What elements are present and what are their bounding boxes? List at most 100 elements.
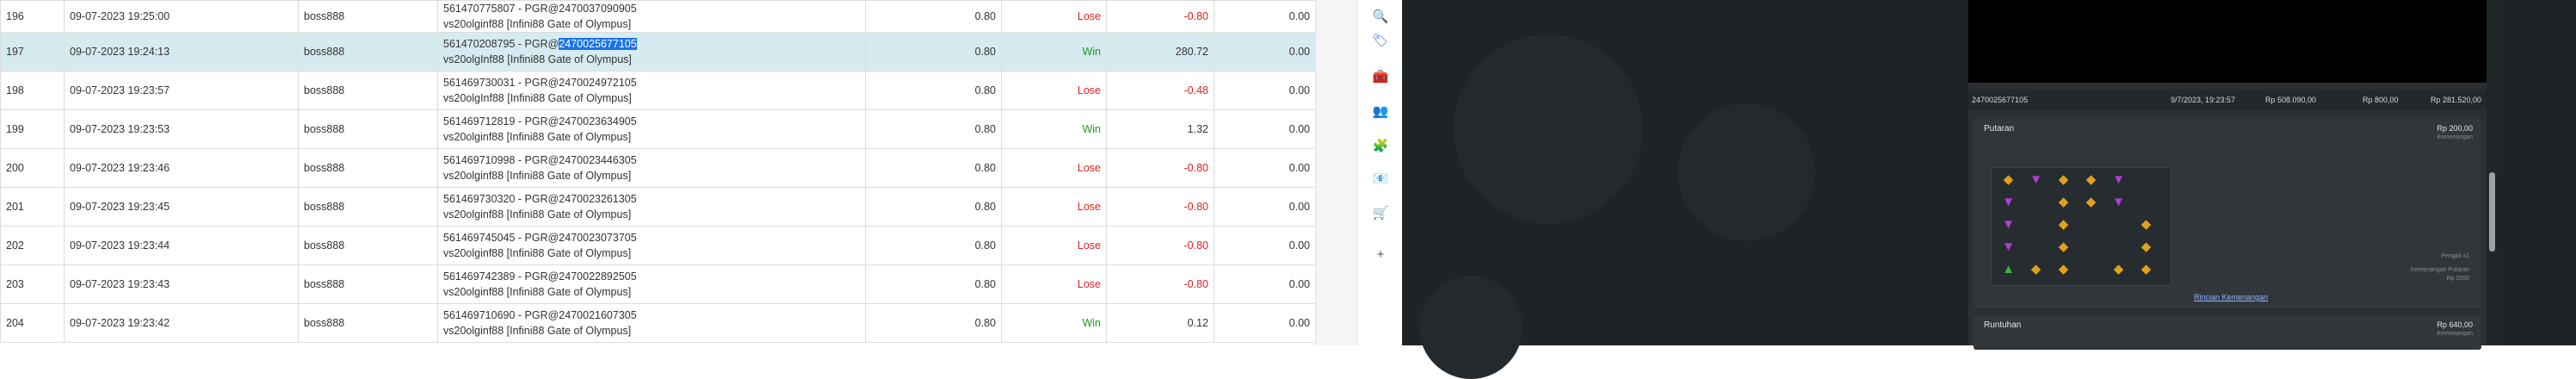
table-row[interactable]: 202 09-07-2023 19:23:44 boss888 56146974504… bbox=[0, 226, 1316, 265]
spin-card: Putaran Rp 200,00 Kemenangan ◆ ▼ ◆ ◆ ▼ ▼ ◆ ◆ ▼ ▼ ◆… bbox=[1974, 119, 2481, 308]
row-win-amount: -0.80 bbox=[1106, 226, 1214, 265]
round-info-row: 2470025677105 9/7/2023, 19:23:57 Rp 508.… bbox=[1968, 90, 2486, 110]
row-description: 561469745045 - PGR@2470023073705 vs20olgi… bbox=[437, 226, 866, 265]
description-line-2: vs20olginf88 [Infini88 Gate of Olympus] bbox=[443, 286, 632, 298]
row-user: boss888 bbox=[298, 71, 438, 110]
table-row[interactable]: 200 09-07-2023 19:23:46 boss888 56146971099… bbox=[0, 148, 1316, 188]
row-bet: 0.80 bbox=[865, 0, 1002, 33]
row-description: 561469712819 - PGR@2470023634905 vs20olgi… bbox=[437, 109, 866, 149]
gem-symbol-icon: ◆ bbox=[2058, 195, 2069, 209]
row-number: 197 bbox=[0, 32, 65, 71]
table-row[interactable]: 201 09-07-2023 19:23:45 boss888 56146973032… bbox=[0, 187, 1316, 227]
table-row[interactable]: 197 09-07-2023 19:24:13 boss888 56147020879… bbox=[0, 32, 1316, 71]
row-date: 09-07-2023 19:23:46 bbox=[64, 148, 299, 188]
row-user: boss888 bbox=[298, 264, 438, 304]
win-details-link[interactable]: Rincian Kemenangan bbox=[2194, 293, 2268, 301]
row-extra: 0.00 bbox=[1214, 109, 1316, 149]
toolbox-icon[interactable]: 🧰 bbox=[1371, 67, 1390, 86]
row-result: Lose bbox=[1001, 264, 1107, 304]
row-extra: 0.00 bbox=[1214, 71, 1316, 110]
description-line-1: 561469730031 - PGR@2470024972105 bbox=[443, 77, 637, 89]
description-line-1: 561469730320 - PGR@2470023261305 bbox=[443, 193, 637, 205]
table-row[interactable]: 203 09-07-2023 19:23:43 boss888 56146974238… bbox=[0, 264, 1316, 304]
row-bet: 0.80 bbox=[865, 148, 1002, 188]
row-bet: 0.80 bbox=[865, 226, 1002, 265]
row-date: 09-07-2023 19:25:00 bbox=[64, 0, 299, 33]
row-result: Lose bbox=[1001, 148, 1107, 188]
gem-symbol-icon: ▼ bbox=[2112, 195, 2125, 209]
gem-symbol-icon: ▼ bbox=[2002, 239, 2015, 254]
scroll-gap bbox=[1315, 0, 1358, 345]
row-number: 198 bbox=[0, 71, 65, 110]
row-description: 561470208795 - PGR@2470025677105 vs20olgI… bbox=[437, 32, 866, 71]
row-description: 561469730031 - PGR@2470024972105 vs20olgI… bbox=[437, 71, 866, 110]
people-icon[interactable]: 👥 bbox=[1371, 102, 1390, 121]
scrollbar-thumb[interactable] bbox=[2489, 172, 2495, 252]
tumble-title: Runtuhan bbox=[1984, 320, 2022, 330]
row-user: boss888 bbox=[298, 148, 438, 188]
table-row[interactable]: 204 09-07-2023 19:23:42 boss888 56146971069… bbox=[0, 303, 1316, 343]
gem-symbol-icon: ▼ bbox=[2029, 172, 2042, 187]
row-result: Lose bbox=[1001, 71, 1107, 110]
gem-symbol-icon: ◆ bbox=[2058, 217, 2069, 232]
row-bet: 0.80 bbox=[865, 32, 1002, 71]
backdrop-blob bbox=[1677, 103, 1815, 241]
tag-icon[interactable]: 🏷 bbox=[1371, 31, 1390, 50]
row-description: 561470775807 - PGR@2470037090905 vs20olgi… bbox=[437, 0, 866, 33]
spin-win-value: Rp 2000 bbox=[2446, 276, 2469, 282]
extension-icon[interactable]: 🧩 bbox=[1371, 136, 1390, 155]
description-line-2: vs20olginf88 [Infini88 Gate of Olympus] bbox=[443, 131, 632, 143]
description-line-2: vs20olgInf88 [Infini88 Gate of Olympus] bbox=[443, 92, 632, 104]
game-replay-area bbox=[1968, 0, 2486, 83]
description-line-1: 561469710998 - PGR@2470023446305 bbox=[443, 154, 637, 166]
row-description: 561469710690 - PGR@2470021607305 vs20olgi… bbox=[437, 303, 866, 343]
row-number: 199 bbox=[0, 109, 65, 149]
row-win-amount: -0.80 bbox=[1106, 148, 1214, 188]
row-user: boss888 bbox=[298, 32, 438, 71]
row-result: Lose bbox=[1001, 0, 1107, 33]
row-bet: 0.80 bbox=[865, 264, 1002, 304]
row-win-amount: -0.80 bbox=[1106, 187, 1214, 227]
row-bet: 0.80 bbox=[865, 71, 1002, 110]
outlook-icon[interactable]: 📧 bbox=[1371, 169, 1390, 188]
row-user: boss888 bbox=[298, 226, 438, 265]
table-row[interactable]: 198 09-07-2023 19:23:57 boss888 56146973003… bbox=[0, 71, 1316, 110]
plus-icon[interactable]: + bbox=[1371, 245, 1390, 264]
gem-symbol-icon: ◆ bbox=[2085, 172, 2097, 187]
row-win-amount: -0.80 bbox=[1106, 264, 1214, 304]
row-number: 201 bbox=[0, 187, 65, 227]
row-result: Lose bbox=[1001, 187, 1107, 227]
gem-symbol-icon: ◆ bbox=[2085, 195, 2097, 209]
row-extra: 0.00 bbox=[1214, 0, 1316, 33]
row-result: Win bbox=[1001, 32, 1107, 71]
row-extra: 0.00 bbox=[1214, 148, 1316, 188]
round-total: Rp 281.520,00 bbox=[2430, 96, 2481, 104]
description-line-2: vs20olginf88 [Infini88 Gate of Olympus] bbox=[443, 208, 632, 221]
gem-symbol-icon: ◆ bbox=[2140, 217, 2152, 232]
gem-symbol-icon: ◆ bbox=[2030, 262, 2042, 276]
row-win-amount: -0.48 bbox=[1106, 71, 1214, 110]
row-win-amount: 280.72 bbox=[1106, 32, 1214, 71]
row-date: 09-07-2023 19:24:13 bbox=[64, 32, 299, 71]
row-user: boss888 bbox=[298, 109, 438, 149]
gem-symbol-icon: ▲ bbox=[2002, 262, 2015, 276]
search-icon[interactable]: 🔍 bbox=[1371, 7, 1390, 26]
description-line-1: 561469712819 - PGR@2470023634905 bbox=[443, 115, 637, 127]
table-row[interactable]: 196 09-07-2023 19:25:00 boss888 56147077580… bbox=[0, 0, 1316, 33]
tumble-amount-sub: Kemenangan bbox=[2437, 331, 2473, 337]
row-description: 561469710998 - PGR@2470023446305 vs20olgi… bbox=[437, 148, 866, 188]
selected-text-highlight[interactable]: 2470025677105 bbox=[559, 38, 637, 50]
gem-symbol-icon: ◆ bbox=[2140, 262, 2152, 276]
row-number: 202 bbox=[0, 226, 65, 265]
row-bet: 0.80 bbox=[865, 187, 1002, 227]
description-line-1: 561469745045 - PGR@2470023073705 bbox=[443, 232, 637, 244]
description-line-2: vs20olginf88 [Infini88 Gate of Olympus] bbox=[443, 247, 632, 259]
panel-scrollbar[interactable] bbox=[2486, 0, 2499, 345]
cart-icon[interactable]: 🛒 bbox=[1371, 203, 1390, 222]
row-user: boss888 bbox=[298, 303, 438, 343]
spin-title: Putaran bbox=[1984, 124, 2015, 134]
description-line-1: 561470208795 - PGR@2470025677105 bbox=[443, 36, 860, 52]
gem-symbol-icon: ◆ bbox=[2058, 239, 2069, 254]
row-description: 561469730320 - PGR@2470023261305 vs20olgi… bbox=[437, 187, 866, 227]
table-row[interactable]: 199 09-07-2023 19:23:53 boss888 56146971281… bbox=[0, 109, 1316, 149]
